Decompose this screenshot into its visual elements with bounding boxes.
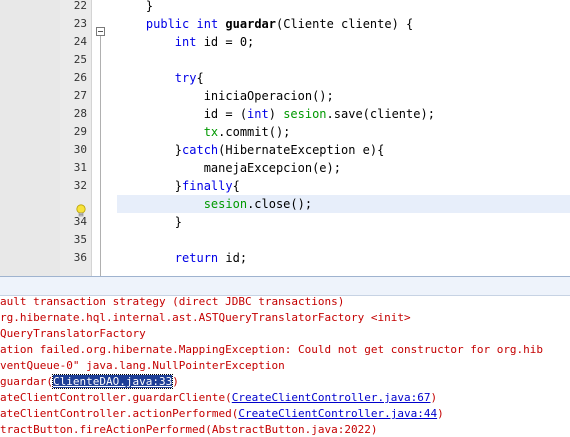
stacktrace-link[interactable]: CreateClientController.java:44 xyxy=(238,407,437,420)
code-token: ) xyxy=(268,107,284,121)
line-number: 31 xyxy=(73,161,87,174)
code-token: id; xyxy=(218,251,248,265)
console-text: guardar( xyxy=(0,375,53,388)
code-line[interactable]: manejaExcepcion(e); xyxy=(117,159,570,177)
keyword-token: finally xyxy=(182,179,233,193)
code-editor[interactable]: } public int guardar(Cliente cliente) { … xyxy=(0,0,570,276)
code-token: (HibernateException e){ xyxy=(218,143,385,157)
console-line: QueryTranslatorFactory xyxy=(0,326,146,342)
console-text: rg.hibernate.hql.internal.ast.ASTQueryTr… xyxy=(0,311,411,324)
code-token: } xyxy=(117,215,183,229)
line-number: 35 xyxy=(73,233,87,246)
code-token: } xyxy=(117,179,183,193)
code-line[interactable]: try{ xyxy=(117,69,570,87)
method-name-token: guardar xyxy=(225,17,276,31)
line-number: 36 xyxy=(73,251,87,264)
code-token: .save(cliente); xyxy=(326,107,435,121)
code-line[interactable] xyxy=(117,51,570,69)
code-token: manejaExcepcion(e); xyxy=(117,161,341,175)
code-line[interactable]: } xyxy=(117,0,570,15)
console-text-suffix: ) xyxy=(437,407,444,420)
code-token: .close(); xyxy=(247,197,313,211)
line-number: 23 xyxy=(73,17,87,30)
code-line[interactable]: return id; xyxy=(117,249,570,267)
console-text: ateClientController.guardarCliente( xyxy=(0,391,232,404)
console-line: rg.hibernate.hql.internal.ast.ASTQueryTr… xyxy=(0,310,411,326)
code-area[interactable]: } public int guardar(Cliente cliente) { … xyxy=(117,0,570,276)
line-number: 34 xyxy=(73,215,87,228)
keyword-token: try xyxy=(174,71,197,85)
code-token: .commit(); xyxy=(218,125,291,139)
code-token: iniciaOperacion(); xyxy=(117,89,334,103)
console-text: QueryTranslatorFactory xyxy=(0,327,146,340)
console-text: ateClientController.actionPerformed( xyxy=(0,407,239,420)
keyword-token: int xyxy=(196,17,219,31)
console-text: tractButton.fireActionPerformed(Abstract… xyxy=(0,423,378,436)
console-line: ventQueue-0" java.lang.NullPointerExcept… xyxy=(0,358,285,374)
field-token: sesion xyxy=(283,107,327,121)
code-line[interactable]: }catch(HibernateException e){ xyxy=(117,141,570,159)
field-token: tx xyxy=(203,125,219,139)
console-line[interactable]: ateClientController.actionPerformed(Crea… xyxy=(0,406,444,422)
code-line[interactable]: } xyxy=(117,213,570,231)
code-line[interactable]: }finally{ xyxy=(117,177,570,195)
current-code-line[interactable]: sesion.close(); xyxy=(117,195,570,213)
console-line: ation failed.org.hibernate.MappingExcept… xyxy=(0,342,543,358)
console-text: ation failed.org.hibernate.MappingExcept… xyxy=(0,343,544,356)
code-line[interactable]: int id = 0; xyxy=(117,33,570,51)
line-number: 25 xyxy=(73,53,87,66)
fold-collapse-icon[interactable] xyxy=(96,27,105,36)
keyword-token: catch xyxy=(182,143,219,157)
code-line[interactable]: public int guardar(Cliente cliente) { xyxy=(117,15,570,33)
line-number: 22 xyxy=(73,0,87,12)
code-token: { xyxy=(232,179,240,193)
stacktrace-link[interactable]: CreateClientController.java:67 xyxy=(232,391,431,404)
line-number: 27 xyxy=(73,89,87,102)
line-number: 32 xyxy=(73,179,87,192)
keyword-token: int xyxy=(174,35,197,49)
output-console[interactable]: ault transaction strategy (direct JDBC t… xyxy=(0,296,570,437)
console-text: ault transaction strategy (direct JDBC t… xyxy=(0,296,345,308)
console-line: tractButton.fireActionPerformed(Abstract… xyxy=(0,422,378,437)
output-panel-header xyxy=(0,276,570,296)
keyword-token: public xyxy=(145,17,190,31)
code-token: } xyxy=(117,143,183,157)
code-line[interactable]: id = (int) sesion.save(cliente); xyxy=(117,105,570,123)
console-line[interactable]: ateClientController.guardarCliente(Creat… xyxy=(0,390,437,406)
code-line[interactable]: tx.commit(); xyxy=(117,123,570,141)
console-line: ault transaction strategy (direct JDBC t… xyxy=(0,296,344,310)
code-line[interactable]: iniciaOperacion(); xyxy=(117,87,570,105)
line-number xyxy=(60,195,87,213)
editor-left-margin xyxy=(0,0,60,276)
keyword-token: int xyxy=(247,107,269,121)
fold-guide-line xyxy=(100,36,101,276)
line-number: 26 xyxy=(73,71,87,84)
line-number: 28 xyxy=(73,107,87,120)
keyword-token: return xyxy=(174,251,219,265)
code-line[interactable] xyxy=(117,231,570,249)
console-text-suffix: ) xyxy=(172,375,179,388)
code-token: { xyxy=(196,71,204,85)
stacktrace-link[interactable]: ClienteDAO.java:33 xyxy=(51,374,174,389)
code-token: } xyxy=(117,0,154,13)
field-token: sesion xyxy=(203,197,248,211)
code-token: id = 0; xyxy=(196,35,255,49)
console-text: ventQueue-0" java.lang.NullPointerExcept… xyxy=(0,359,285,372)
code-token: (Cliente cliente) { xyxy=(276,17,414,31)
console-line[interactable]: guardar(ClienteDAO.java:33) xyxy=(0,374,179,390)
code-token: id = ( xyxy=(117,107,248,121)
line-number: 30 xyxy=(73,143,87,156)
line-number: 24 xyxy=(73,35,87,48)
line-number: 29 xyxy=(73,125,87,138)
console-text-suffix: ) xyxy=(430,391,438,404)
